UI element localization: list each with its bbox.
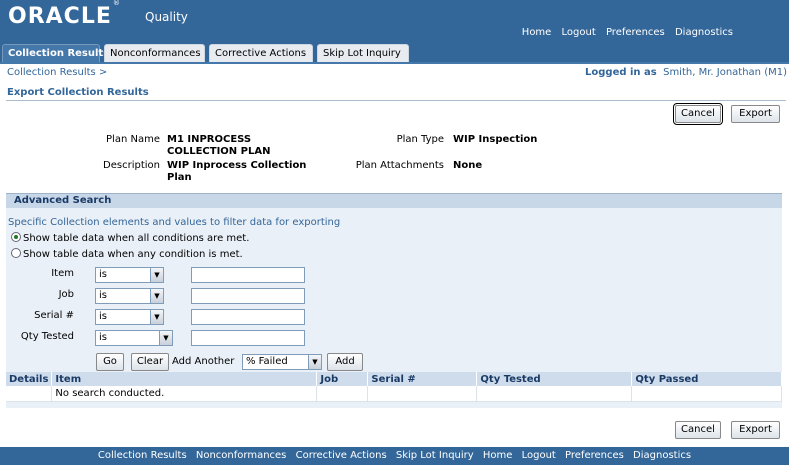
chevron-down-icon: ▼ [150,268,163,282]
value-input-item[interactable] [191,267,305,283]
value-input-serial[interactable] [191,309,305,325]
operator-select-qty-tested[interactable]: is ▼ [95,330,173,346]
radio-all-label: Show table data when all conditions are … [23,233,250,244]
radio-unchecked-icon[interactable] [11,248,21,258]
column-header-qty-tested: Qty Tested [476,372,633,386]
cancel-button-bottom[interactable]: Cancel [675,421,721,439]
add-button[interactable]: Add [327,353,363,371]
table-header-row: Details Item Job Serial # Qty Tested Qty… [6,372,782,386]
description-value-line2: Plan [167,172,192,183]
tab-nonconformances[interactable]: Nonconformances [104,44,205,62]
home-link[interactable]: Home [522,27,552,38]
empty-message: No search conducted. [51,386,318,402]
clear-button[interactable]: Clear [131,353,169,371]
column-header-item: Item [51,372,318,386]
value-input-job[interactable] [191,288,305,304]
user-name: Smith, Mr. Jonathan (M1) [663,67,787,78]
plan-type-label: Plan Type [396,134,444,145]
results-table: Details Item Job Serial # Qty Tested Qty… [6,372,782,402]
operator-select-item[interactable]: is ▼ [95,267,164,283]
table-cell [6,386,53,402]
page-title: Export Collection Results [7,87,149,98]
column-header-job: Job [316,372,369,386]
breadcrumb-bar: Collection Results > Logged in as Smith,… [0,64,789,81]
tab-collection-results[interactable]: Collection Results [2,44,109,62]
advanced-search-header: Advanced Search [6,193,782,208]
footer-link-corrective-actions[interactable]: Corrective Actions [296,450,387,461]
plan-attachments-value: None [453,160,483,171]
radio-checked-icon[interactable] [11,232,21,242]
logout-link[interactable]: Logout [562,27,596,38]
tab-skip-lot-inquiry[interactable]: Skip Lot Inquiry [317,44,409,62]
tab-bar: Collection Results Nonconformances Corre… [0,44,789,62]
advanced-search-hint: Specific Collection elements and values … [8,217,341,228]
chevron-down-icon: ▼ [150,310,163,324]
footer-links: Collection Results Nonconformances Corre… [0,447,789,464]
footer-link-diagnostics[interactable]: Diagnostics [633,450,691,461]
radio-all-conditions[interactable]: Show table data when all conditions are … [11,232,249,244]
chevron-down-icon: ▼ [308,355,321,369]
plan-name-label: Plan Name [106,134,160,145]
plan-name-value-line2: COLLECTION PLAN [167,146,271,157]
brand-bar: ORACLE® Quality Home Logout Preferences … [0,0,789,44]
condition-label-serial: Serial # [34,310,74,321]
footer-bar: Collection Results Nonconformances Corre… [0,447,789,465]
description-value-line1: WIP Inprocess Collection [167,160,307,171]
column-header-serial: Serial # [367,372,478,386]
table-row: No search conducted. [6,386,782,402]
operator-select-job[interactable]: is ▼ [95,288,164,304]
footer-link-nonconformances[interactable]: Nonconformances [196,450,287,461]
oracle-logo: ORACLE® [8,0,121,29]
add-another-label: Add Another [172,356,235,367]
go-button[interactable]: Go [96,353,124,371]
logged-in-label: Logged in as [585,67,657,78]
advanced-search-title: Advanced Search [14,195,112,206]
footer-link-logout[interactable]: Logout [522,450,556,461]
radio-any-label: Show table data when any condition is me… [23,249,243,260]
column-header-details: Details [6,372,53,386]
login-info: Logged in as Smith, Mr. Jonathan (M1) [585,67,787,78]
chevron-down-icon: ▼ [150,289,163,303]
tab-corrective-actions[interactable]: Corrective Actions [209,44,313,62]
cancel-button[interactable]: Cancel [673,103,723,125]
table-cell [476,386,633,402]
condition-label-qty-tested: Qty Tested [20,331,74,342]
preferences-link[interactable]: Preferences [606,27,665,38]
plan-type-value: WIP Inspection [453,134,538,145]
table-cell [316,386,369,402]
table-cell [631,386,782,402]
operator-select-serial[interactable]: is ▼ [95,309,164,325]
table-footer-band [6,402,782,408]
global-links: Home Logout Preferences Diagnostics [515,27,733,38]
export-button-bottom[interactable]: Export [731,421,780,439]
plan-attachments-label: Plan Attachments [355,160,444,171]
value-input-qty-tested[interactable] [191,330,305,346]
diagnostics-link[interactable]: Diagnostics [675,27,733,38]
column-header-qty-passed: Qty Passed [631,372,782,386]
footer-link-skip-lot-inquiry[interactable]: Skip Lot Inquiry [396,450,474,461]
condition-label-item: Item [51,268,74,279]
title-divider [6,100,786,101]
footer-link-preferences[interactable]: Preferences [565,450,624,461]
footer-link-collection-results[interactable]: Collection Results [98,450,187,461]
condition-label-job: Job [58,289,74,300]
footer-link-home[interactable]: Home [483,450,513,461]
plan-name-value-line1: M1 INPROCESS [167,134,252,145]
description-label: Description [103,160,160,171]
radio-any-condition[interactable]: Show table data when any condition is me… [11,248,243,260]
export-button[interactable]: Export [731,105,780,123]
table-cell [367,386,478,402]
add-another-select[interactable]: % Failed ▼ [242,354,322,370]
chevron-down-icon: ▼ [159,331,172,345]
breadcrumb[interactable]: Collection Results > [7,67,107,78]
app-name: Quality [145,10,188,24]
